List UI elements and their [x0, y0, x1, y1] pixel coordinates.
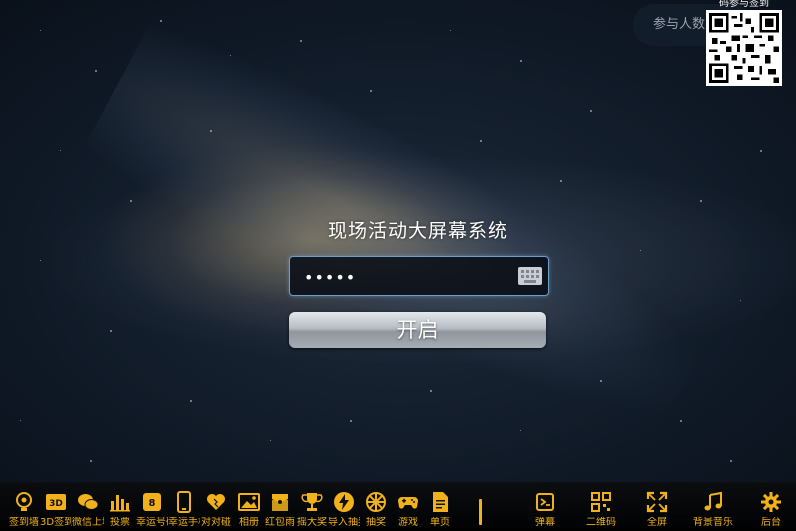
- toolbar-item-wechat[interactable]: 微信上墙: [72, 482, 104, 530]
- star: [430, 390, 432, 392]
- page-icon: [429, 491, 451, 513]
- star: [60, 150, 61, 151]
- star: [40, 30, 41, 31]
- toolbar-item-label: 幸运号码: [136, 517, 168, 528]
- star: [700, 200, 702, 202]
- toolbar-item-label: 对对碰: [201, 517, 231, 528]
- toolbar-item-wheel[interactable]: 抽奖: [360, 482, 392, 530]
- star: [520, 430, 521, 431]
- star: [20, 420, 21, 421]
- toolbar-item-label: 后台: [761, 517, 781, 528]
- qr-code-image: [706, 10, 782, 86]
- toolbar-item-photo[interactable]: 相册: [233, 482, 265, 530]
- star: [740, 300, 741, 301]
- qrcode-icon: [590, 491, 612, 513]
- signin-icon: [13, 491, 35, 513]
- danmaku-icon: [534, 491, 556, 513]
- password-input[interactable]: [290, 257, 526, 297]
- toolbar-item-label: 3D签到: [40, 517, 72, 528]
- star: [600, 380, 602, 382]
- system-title: 现场活动大屏幕系统: [327, 220, 508, 242]
- star: [640, 250, 641, 251]
- wechat-icon: [77, 491, 99, 513]
- star: [300, 40, 302, 42]
- star: [95, 70, 97, 72]
- toolbar-item-gear[interactable]: 后台: [748, 482, 794, 530]
- toolbar-item-label: 弹幕: [535, 517, 555, 528]
- toolbar-item-lucky-number[interactable]: 8 幸运号码: [136, 482, 168, 530]
- 3d-icon: 3D: [45, 491, 67, 513]
- toolbar-item-phone[interactable]: 幸运手机: [168, 482, 200, 530]
- toolbar-item-3d[interactable]: 3D 3D签到: [40, 482, 72, 530]
- star: [730, 460, 732, 462]
- start-button[interactable]: 开启: [289, 312, 546, 348]
- toolbar-item-label: 签到墙: [9, 517, 39, 528]
- toolbar-item-label: 幸运手机: [168, 517, 200, 528]
- toolbar-item-bar-chart[interactable]: 投票: [104, 482, 136, 530]
- svg-text:8: 8: [149, 498, 156, 509]
- toolbar-item-page[interactable]: 单页: [424, 482, 456, 530]
- toolbar-item-label: 单页: [430, 517, 450, 528]
- toolbar-item-label: 相册: [239, 517, 259, 528]
- star: [450, 30, 451, 31]
- star: [190, 400, 192, 402]
- participant-count-label: 参与人数: [653, 17, 706, 32]
- toolbar-item-red-packet[interactable]: 红包雨: [264, 482, 296, 530]
- star: [270, 440, 271, 441]
- star: [160, 20, 162, 22]
- music-icon: [702, 491, 724, 513]
- qr-panel: 码参与签到: [704, 0, 784, 88]
- toolbar-item-qrcode[interactable]: 二维码: [578, 482, 624, 530]
- toolbar-item-label: 二维码: [586, 517, 616, 528]
- star: [90, 460, 92, 462]
- svg-text:3D: 3D: [49, 499, 63, 509]
- star: [590, 110, 592, 112]
- toolbar-item-trophy[interactable]: 摇大奖: [296, 482, 328, 530]
- toolbar-item-label: 摇大奖: [297, 517, 327, 528]
- toolbar-item-label: 背景音乐: [693, 517, 733, 528]
- toolbar-item-music[interactable]: 背景音乐: [690, 482, 736, 530]
- hearts-icon: [205, 491, 227, 513]
- toolbar-item-label: 导入抽奖: [328, 517, 360, 528]
- fullscreen-icon: [646, 491, 668, 513]
- lightning-icon: [333, 491, 355, 513]
- star: [230, 55, 231, 56]
- toolbar-divider: [479, 499, 482, 525]
- star: [110, 330, 112, 332]
- star: [680, 420, 682, 422]
- star: [760, 150, 762, 152]
- toolbar-item-label: 微信上墙: [72, 517, 104, 528]
- keyboard-icon[interactable]: [518, 267, 542, 285]
- toolbar-item-label: 投票: [110, 517, 130, 528]
- toolbar-item-gamepad[interactable]: 游戏: [392, 482, 424, 530]
- star: [520, 60, 522, 62]
- toolbar-item-label: 游戏: [398, 517, 418, 528]
- gear-icon: [760, 491, 782, 513]
- toolbar-item-label: 全屏: [647, 517, 667, 528]
- phone-icon: [173, 491, 195, 513]
- star: [370, 90, 372, 92]
- toolbar-item-label: 红包雨: [265, 517, 295, 528]
- star: [210, 130, 212, 132]
- toolbar-item-signin[interactable]: 签到墙: [8, 482, 40, 530]
- star: [350, 420, 352, 422]
- wheel-icon: [365, 491, 387, 513]
- star: [480, 140, 482, 142]
- star: [40, 260, 41, 261]
- star: [560, 180, 562, 182]
- password-field-wrapper: [289, 256, 549, 297]
- star: [130, 200, 132, 202]
- photo-icon: [238, 491, 260, 513]
- toolbar-item-fullscreen[interactable]: 全屏: [634, 482, 680, 530]
- bar-chart-icon: [109, 491, 131, 513]
- red-packet-icon: [269, 491, 291, 513]
- toolbar-item-hearts[interactable]: 对对碰: [200, 482, 232, 530]
- gamepad-icon: [397, 491, 419, 513]
- toolbar-item-label: 抽奖: [366, 517, 386, 528]
- toolbar-item-lightning[interactable]: 导入抽奖: [328, 482, 360, 530]
- toolbar-item-danmaku[interactable]: 弹幕: [522, 482, 568, 530]
- lucky-number-icon: 8: [141, 491, 163, 513]
- trophy-icon: [301, 491, 323, 513]
- qr-caption: 码参与签到: [719, 0, 769, 9]
